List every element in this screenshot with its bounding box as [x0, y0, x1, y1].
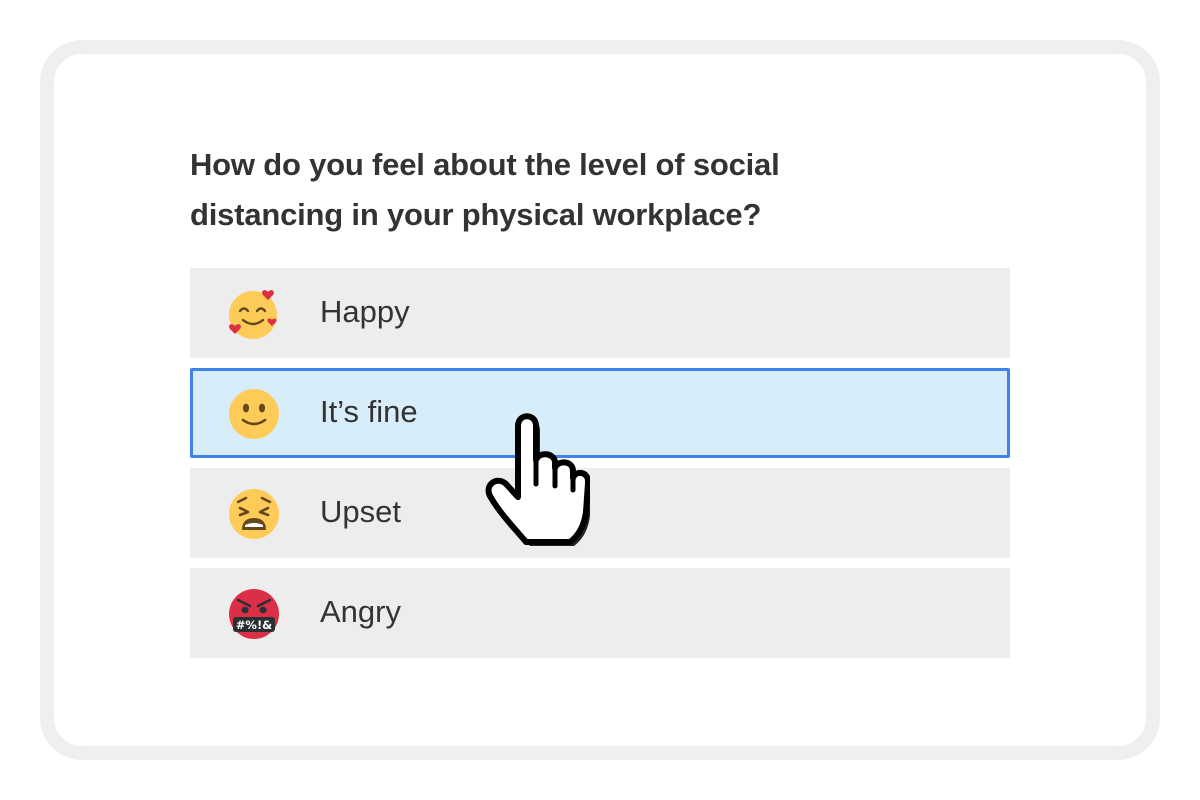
question-line-1: How do you feel about the level of socia…: [190, 147, 780, 182]
angry-symbols-text: #%!&: [236, 618, 272, 632]
answer-options: Happy It’s fine Upset #%!& Angry: [190, 268, 1010, 668]
option-label: Happy: [320, 294, 410, 329]
option-angry[interactable]: #%!& Angry: [190, 568, 1010, 658]
smiling-face-with-hearts-icon: [229, 290, 277, 339]
weary-face-icon: [229, 489, 279, 539]
slightly-smiling-face-icon: [229, 389, 279, 439]
option-upset[interactable]: Upset: [190, 468, 1010, 558]
face-with-symbols-on-mouth-icon: #%!&: [229, 589, 279, 639]
option-its-fine[interactable]: It’s fine: [190, 368, 1010, 458]
question-line-2: distancing in your physical workplace?: [190, 197, 762, 232]
option-label: Angry: [320, 594, 401, 629]
option-happy[interactable]: Happy: [190, 268, 1010, 358]
option-label: It’s fine: [320, 394, 418, 429]
option-label: Upset: [320, 494, 401, 529]
survey-question: How do you feel about the level of socia…: [190, 140, 890, 240]
